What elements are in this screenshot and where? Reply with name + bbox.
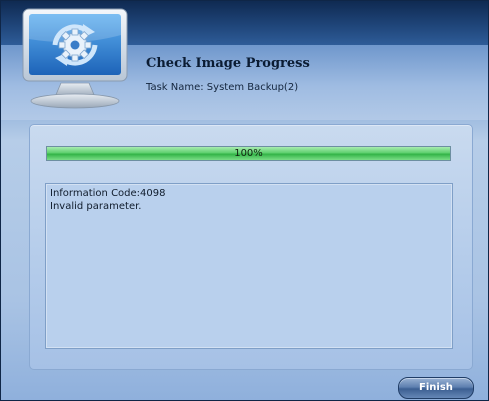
info-code-line: Information Code:4098 xyxy=(50,188,166,199)
check-image-progress-window: Check Image Progress Task Name: System B… xyxy=(0,0,489,401)
information-textbox[interactable]: Information Code:4098 Invalid parameter. xyxy=(45,183,453,349)
progress-panel: 100% Information Code:4098 Invalid param… xyxy=(29,124,473,370)
info-message-line: Invalid parameter. xyxy=(50,201,142,212)
page-title: Check Image Progress xyxy=(146,56,310,71)
monitor-sync-gear-icon xyxy=(22,8,128,109)
task-name-label: Task Name: System Backup(2) xyxy=(146,82,299,93)
finish-button[interactable]: Finish xyxy=(398,377,474,399)
progress-percent: 100% xyxy=(234,148,263,159)
progress-bar: 100% xyxy=(46,146,451,161)
